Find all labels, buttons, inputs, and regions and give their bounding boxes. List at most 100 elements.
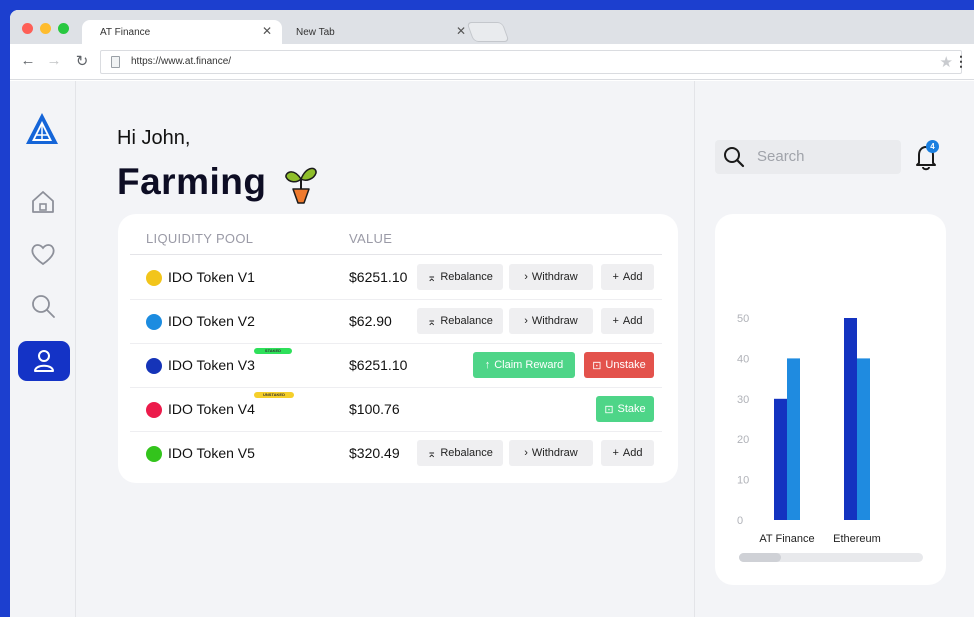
close-window-button[interactable]: [22, 23, 33, 34]
page-title: Farming: [117, 161, 267, 202]
y-tick-label: 0: [737, 515, 743, 527]
stake-button[interactable]: ⊡ Stake: [596, 396, 654, 422]
table-header: LIQUIDITY POOL VALUE: [130, 224, 662, 255]
browser-menu-icon[interactable]: ⋮: [954, 53, 968, 70]
y-tick-label: 20: [737, 434, 749, 446]
tab-label: New Tab: [296, 26, 335, 38]
table-row: IDO Token V1 $6251.10 ⌅ Rebalance › Withdr…: [130, 256, 662, 300]
chart-scrollbar[interactable]: [739, 553, 923, 562]
table-row: IDO Token V3 STAKED $6251.10 ↑ Claim Rewa…: [130, 344, 662, 388]
token-color-dot: [146, 446, 162, 462]
lock-icon: ⊡: [604, 403, 614, 416]
withdraw-button[interactable]: › Withdraw: [509, 264, 593, 290]
withdraw-button[interactable]: › Withdraw: [509, 440, 593, 466]
rebalance-button[interactable]: ⌅ Rebalance: [417, 440, 503, 466]
rebalance-icon: ⌅: [427, 315, 437, 328]
unstake-button[interactable]: ⊡ Unstake: [584, 352, 654, 378]
minimize-window-button[interactable]: [40, 23, 51, 34]
bookmark-star-icon[interactable]: ★: [940, 53, 953, 71]
chevron-right-icon: ›: [524, 315, 528, 327]
bar: [857, 358, 870, 520]
token-value: $320.49: [349, 445, 400, 461]
unstaked-badge: UNSTAKED: [254, 392, 294, 398]
right-panel: Search 4 0 10 20 30 40 50 AT Finance Ethereum: [694, 81, 974, 617]
home-icon[interactable]: [26, 185, 60, 219]
y-tick-label: 10: [737, 475, 749, 487]
profile-icon[interactable]: [18, 341, 70, 381]
y-tick-label: 30: [737, 394, 749, 406]
plus-icon: +: [612, 271, 619, 283]
logo-icon[interactable]: [24, 111, 60, 147]
token-name: IDO Token V1: [168, 269, 255, 285]
page-area: Hi John, Farming LIQUIDITY POOL VALUE ID…: [10, 81, 974, 617]
y-tick-label: 40: [737, 353, 749, 365]
add-button[interactable]: + Add: [601, 308, 654, 334]
new-tab-button[interactable]: [466, 22, 510, 42]
token-color-dot: [146, 358, 162, 374]
token-name: IDO Token V4: [168, 401, 255, 417]
tab-new-tab[interactable]: New Tab ✕: [278, 20, 476, 44]
token-name: IDO Token V3: [168, 357, 255, 373]
search-icon[interactable]: [26, 289, 60, 323]
add-button[interactable]: + Add: [601, 264, 654, 290]
bar: [844, 318, 857, 520]
token-value: $6251.10: [349, 357, 408, 373]
rebalance-button[interactable]: ⌅ Rebalance: [417, 308, 503, 334]
greeting: Hi John,: [117, 127, 191, 149]
bar: [774, 398, 787, 520]
browser-toolbar: ← → ↻ https://www.at.finance/ ★ ⋮: [10, 44, 974, 80]
page-icon: [111, 56, 120, 68]
add-button[interactable]: + Add: [601, 440, 654, 466]
close-tab-icon[interactable]: ✕: [456, 24, 466, 38]
chart-scrollbar-thumb[interactable]: [739, 553, 781, 562]
chart-card: 0 10 20 30 40 50 AT Finance Ethereum: [715, 214, 946, 585]
url-text[interactable]: https://www.at.finance/: [131, 56, 231, 67]
column-header-value: VALUE: [349, 231, 393, 246]
address-bar[interactable]: https://www.at.finance/ ★: [100, 50, 962, 74]
bar-chart: 0 10 20 30 40 50 AT Finance Ethereum: [737, 313, 881, 545]
maximize-window-button[interactable]: [58, 23, 69, 34]
forward-arrow-icon[interactable]: →: [44, 52, 64, 69]
rebalance-button[interactable]: ⌅ Rebalance: [417, 264, 503, 290]
tab-at-finance[interactable]: AT Finance ✕: [82, 20, 282, 44]
token-color-dot: [146, 402, 162, 418]
tab-label: AT Finance: [100, 26, 151, 38]
token-value: $100.76: [349, 401, 400, 417]
close-tab-icon[interactable]: ✕: [262, 24, 272, 38]
table-row: IDO Token V4 UNSTAKED $100.76 ⊡ Stake: [130, 388, 662, 432]
table-row: IDO Token V5 $320.49 ⌅ Rebalance › Withdra…: [130, 432, 662, 476]
table-row: IDO Token V2 $62.90 ⌅ Rebalance › Withdraw…: [130, 300, 662, 344]
withdraw-button[interactable]: › Withdraw: [509, 308, 593, 334]
heart-icon[interactable]: [26, 237, 60, 271]
y-tick-label: 50: [737, 313, 749, 325]
claim-reward-button[interactable]: ↑ Claim Reward: [473, 352, 575, 378]
token-name: IDO Token V2: [168, 313, 255, 329]
column-header-pool: LIQUIDITY POOL: [146, 231, 254, 246]
rebalance-icon: ⌅: [427, 271, 437, 284]
search-placeholder: Search: [757, 148, 805, 165]
token-color-dot: [146, 270, 162, 286]
notification-count-badge: 4: [926, 140, 939, 153]
x-category-label: Ethereum: [833, 533, 881, 545]
bar: [787, 358, 800, 520]
search-icon: [724, 147, 745, 168]
main-content: Hi John, Farming LIQUIDITY POOL VALUE ID…: [77, 81, 693, 617]
unlock-icon: ⊡: [592, 359, 602, 372]
arrow-up-icon: ↑: [484, 359, 491, 371]
reload-icon[interactable]: ↻: [72, 52, 92, 70]
search-input[interactable]: Search: [715, 140, 901, 174]
tab-strip: AT Finance ✕ New Tab ✕: [10, 10, 974, 44]
token-value: $62.90: [349, 313, 392, 329]
plus-icon: +: [612, 447, 619, 459]
back-arrow-icon[interactable]: ←: [18, 52, 38, 69]
token-value: $6251.10: [349, 269, 408, 285]
staked-badge: STAKED: [254, 348, 292, 354]
sidebar: [10, 81, 76, 617]
plus-icon: +: [612, 315, 619, 327]
sprout-icon: [285, 167, 317, 204]
rebalance-icon: ⌅: [427, 447, 437, 460]
token-name: IDO Token V5: [168, 445, 255, 461]
browser-window: AT Finance ✕ New Tab ✕ ← → ↻ https://www…: [10, 10, 974, 617]
chevron-right-icon: ›: [524, 447, 528, 459]
chevron-right-icon: ›: [524, 271, 528, 283]
